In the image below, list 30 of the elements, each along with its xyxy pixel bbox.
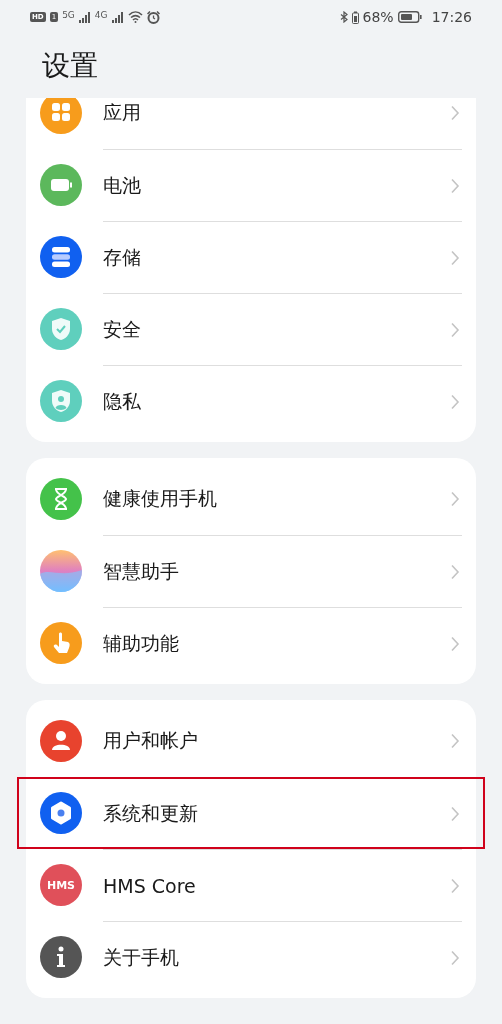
settings-item[interactable]: 存储 (26, 221, 476, 293)
item-label: 隐私 (103, 388, 141, 414)
settings-item[interactable]: 关于手机 (26, 921, 476, 993)
settings-item[interactable]: 系统和更新 (26, 777, 476, 849)
settings-item[interactable]: 健康使用手机 (26, 463, 476, 535)
item-label: 安全 (103, 316, 141, 342)
item-label: 应用 (103, 100, 141, 125)
battery-percent: 68% (362, 9, 394, 25)
item-label: 辅助功能 (103, 630, 179, 656)
settings-item[interactable]: 智慧助手 (26, 535, 476, 607)
hms-icon: HMS (40, 864, 82, 906)
item-label: HMS Core (103, 874, 196, 897)
item-label: 关于手机 (103, 944, 179, 970)
item-label: 存储 (103, 244, 141, 270)
settings-item[interactable]: HMS HMS Core (26, 849, 476, 921)
item-label: 电池 (103, 172, 141, 198)
settings-item[interactable]: 用户和帐户 (26, 705, 476, 777)
item-label: 用户和帐户 (103, 728, 198, 753)
settings-item[interactable]: 应用 (26, 98, 476, 149)
settings-item[interactable]: 安全 (26, 293, 476, 365)
item-label: 系统和更新 (103, 800, 198, 826)
network-label: 4G (94, 10, 108, 20)
page-title: 设置 (42, 48, 98, 84)
settings-item[interactable]: 电池 (26, 149, 476, 221)
settings-item[interactable]: 辅助功能 (26, 607, 476, 679)
settings-item[interactable]: 隐私 (26, 365, 476, 437)
clock-time: 17:26 (431, 9, 472, 25)
network-label: 5G (62, 10, 75, 20)
item-label: 智慧助手 (103, 558, 179, 584)
item-label: 健康使用手机 (103, 486, 217, 511)
